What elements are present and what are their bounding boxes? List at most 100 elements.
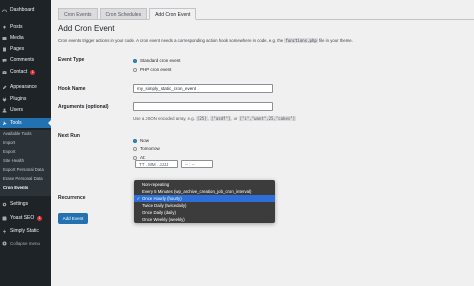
sidebar-item-label: Dashboard bbox=[10, 7, 35, 13]
media-icon bbox=[2, 36, 7, 41]
radio-button[interactable] bbox=[133, 138, 137, 143]
recurrence-label: Recurrence bbox=[58, 195, 86, 201]
arguments-input[interactable] bbox=[133, 102, 273, 111]
page-icon bbox=[2, 47, 7, 52]
dashboard-icon bbox=[2, 8, 7, 13]
date-input[interactable]: TT . MM . JJJJ bbox=[135, 160, 178, 168]
admin-sidebar: Dashboard Posts Media Pages Comments Con… bbox=[0, 0, 51, 286]
sidebar-item-label: Appearance bbox=[10, 84, 37, 90]
radio-label: Now bbox=[140, 138, 150, 143]
next-run-option-now[interactable]: Now bbox=[133, 137, 149, 144]
intro-code: functions.php bbox=[284, 38, 318, 43]
comment-icon bbox=[2, 58, 7, 63]
sidebar-item-dashboard[interactable]: Dashboard bbox=[0, 5, 51, 15]
sidebar-item-tools[interactable]: Tools bbox=[0, 118, 51, 128]
sidebar-item-label: Comments bbox=[10, 57, 35, 63]
recurrence-option[interactable]: Once Weekly (weekly) bbox=[134, 216, 275, 223]
tools-submenu: Available Tools Import Export Site Healt… bbox=[0, 130, 51, 196]
option-label: Once Daily (daily) bbox=[142, 209, 176, 215]
sidebar-item-label: Settings bbox=[10, 201, 29, 207]
tab-bar: Cron Events Cron Schedules Add Cron Even… bbox=[58, 8, 198, 20]
event-type-option-standard[interactable]: Standard cron event bbox=[133, 57, 181, 64]
add-event-button[interactable]: Add Event bbox=[58, 213, 88, 224]
page-title: Add Cron Event bbox=[58, 24, 115, 33]
help-code: ["asdf"] bbox=[210, 116, 232, 121]
option-label: Twice Daily (twicedaily) bbox=[142, 202, 187, 208]
tab-add-cron-event[interactable]: Add Cron Event bbox=[149, 8, 197, 20]
submenu-item-import[interactable]: Import bbox=[3, 139, 15, 147]
bolt-icon bbox=[2, 228, 7, 234]
recurrence-option[interactable]: Once Daily (daily) bbox=[134, 209, 275, 216]
radio-button[interactable] bbox=[133, 58, 137, 63]
user-icon bbox=[2, 108, 7, 113]
recurrence-dropdown-list[interactable]: Non-repeating Every 5 Minutes (wp_archiv… bbox=[134, 180, 275, 223]
mail-icon bbox=[2, 70, 7, 75]
submenu-item-cron-events[interactable]: Cron Events bbox=[3, 184, 28, 192]
intro-text: Cron events trigger actions in your code… bbox=[58, 38, 353, 43]
sidebar-item-simply-static[interactable]: Simply Static bbox=[0, 226, 51, 236]
radio-button[interactable] bbox=[133, 155, 137, 160]
radio-button[interactable] bbox=[133, 146, 137, 151]
collapse-icon bbox=[2, 241, 7, 246]
recurrence-option[interactable]: Non-repeating bbox=[134, 181, 275, 188]
time-input[interactable]: -- : -- bbox=[181, 160, 213, 168]
recurrence-option-selected[interactable]: ✓ Once Hourly (hourly) bbox=[134, 194, 275, 202]
sidebar-item-plugins[interactable]: Plugins bbox=[0, 94, 51, 104]
sidebar-item-contact[interactable]: Contact 1 bbox=[0, 67, 51, 77]
help-code: ["i","want",25,"cakes"] bbox=[238, 116, 297, 121]
intro-text-before: Cron events trigger actions in your code… bbox=[58, 38, 284, 43]
recurrence-option[interactable]: Twice Daily (twicedaily) bbox=[134, 202, 275, 209]
sidebar-item-label: Collapse menu bbox=[10, 240, 41, 246]
yoast-icon bbox=[2, 216, 7, 221]
radio-button[interactable] bbox=[133, 67, 137, 72]
plug-icon bbox=[2, 97, 7, 102]
sidebar-item-label: Contact bbox=[10, 69, 28, 75]
submenu-item-export-personal-data[interactable]: Export Personal Data bbox=[3, 166, 44, 174]
option-label: Non-repeating bbox=[142, 181, 170, 187]
radio-label: Tomorrow bbox=[140, 146, 160, 151]
submenu-item-site-health[interactable]: Site Health bbox=[3, 157, 24, 165]
collapse-menu-button[interactable]: Collapse menu bbox=[0, 238, 51, 248]
sidebar-item-posts[interactable]: Posts bbox=[0, 22, 51, 32]
arguments-label: Arguments (optional) bbox=[58, 104, 109, 110]
sidebar-item-label: Plugins bbox=[10, 96, 27, 102]
sidebar-item-label: Yoast SEO bbox=[10, 215, 35, 221]
wrench-icon bbox=[2, 121, 7, 126]
sidebar-item-label: Simply Static bbox=[10, 228, 39, 234]
pin-icon bbox=[2, 25, 7, 30]
next-run-label: Next Run bbox=[58, 133, 80, 139]
tab-cron-events[interactable]: Cron Events bbox=[58, 8, 98, 20]
settings-icon bbox=[2, 202, 7, 207]
radio-label: Standard cron event bbox=[140, 58, 181, 63]
event-type-label: Event Type bbox=[58, 57, 85, 63]
arguments-help: Use a JSON encoded array, e.g. [25], ["a… bbox=[133, 116, 297, 121]
sidebar-item-label: Media bbox=[10, 35, 24, 41]
sidebar-item-pages[interactable]: Pages bbox=[0, 44, 51, 54]
option-label: Every 5 Minutes (wp_archive_creation_job… bbox=[142, 188, 252, 194]
submenu-item-available-tools[interactable]: Available Tools bbox=[3, 130, 32, 138]
submenu-item-export[interactable]: Export bbox=[3, 148, 15, 156]
sidebar-item-settings[interactable]: Settings bbox=[0, 199, 51, 209]
help-text: , or bbox=[231, 116, 238, 121]
hook-name-input[interactable]: my_simply_static_cron_event bbox=[133, 84, 273, 93]
sidebar-item-appearance[interactable]: Appearance bbox=[0, 82, 51, 92]
check-icon: ✓ bbox=[136, 195, 141, 201]
intro-text-after: file in your theme. bbox=[318, 38, 353, 43]
tab-cron-schedules[interactable]: Cron Schedules bbox=[99, 8, 148, 20]
sidebar-item-users[interactable]: Users bbox=[0, 105, 51, 115]
option-label: Once Hourly (hourly) bbox=[142, 195, 182, 201]
recurrence-option[interactable]: Every 5 Minutes (wp_archive_creation_job… bbox=[134, 188, 275, 195]
radio-label: PHP cron event bbox=[140, 67, 172, 72]
help-text: Use a JSON encoded array, e.g. bbox=[133, 116, 195, 121]
sidebar-item-label: Tools bbox=[10, 120, 22, 126]
sidebar-item-yoast-seo[interactable]: Yoast SEO 1 bbox=[0, 213, 51, 223]
submenu-item-erase-personal-data[interactable]: Erase Personal Data bbox=[3, 175, 43, 183]
next-run-option-tomorrow[interactable]: Tomorrow bbox=[133, 145, 160, 152]
sidebar-item-label: Pages bbox=[10, 46, 25, 52]
event-type-option-php[interactable]: PHP cron event bbox=[133, 66, 171, 73]
option-label: Once Weekly (weekly) bbox=[142, 216, 185, 222]
hook-name-label: Hook Name bbox=[58, 86, 86, 92]
sidebar-item-comments[interactable]: Comments bbox=[0, 55, 51, 65]
sidebar-item-media[interactable]: Media bbox=[0, 33, 51, 43]
notification-badge: 1 bbox=[30, 69, 36, 75]
